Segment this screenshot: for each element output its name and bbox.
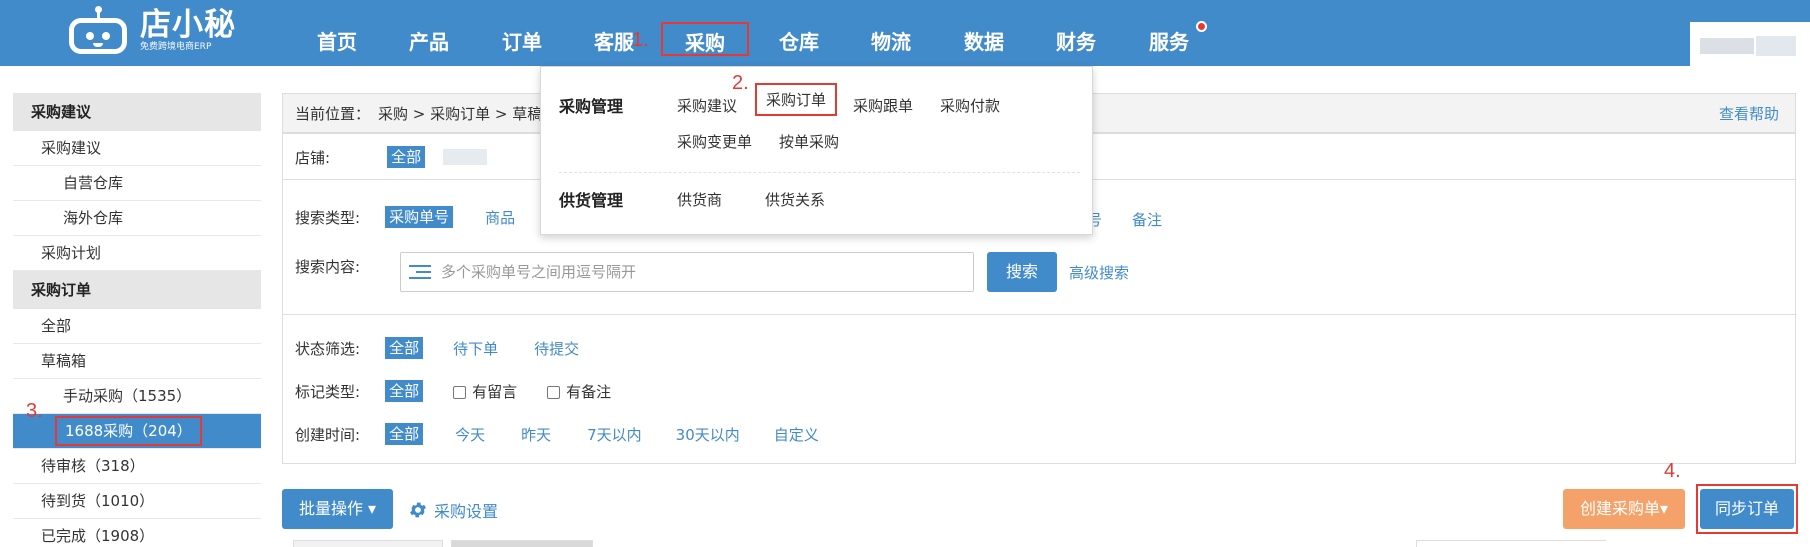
time-option-custom[interactable]: 自定义	[774, 424, 819, 445]
pagination-strip[interactable]	[1416, 540, 1606, 547]
search-type-order-no[interactable]: 采购单号	[385, 206, 454, 228]
sidebar-item-completed[interactable]: 已完成（1908）	[13, 519, 261, 547]
top-navigation-bar: 店小秘 免费跨境电商ERP 首页 产品 订单 客服 采购 仓库 物流 数据 财务…	[0, 0, 1810, 68]
step-annotation-4: 4.	[1664, 460, 1681, 482]
shop-option-all[interactable]: 全部	[387, 146, 426, 168]
search-type-label: 搜索类型:	[295, 208, 361, 227]
checkbox-has-message[interactable]: 有留言	[453, 381, 517, 402]
sidebar-item-pending-review[interactable]: 待审核（318）	[13, 449, 261, 484]
nav-customer-service[interactable]: 客服	[594, 0, 634, 66]
time-option-30days[interactable]: 30天以内	[676, 424, 740, 445]
batch-operation-button[interactable]: 批量操作 ▾	[282, 489, 393, 529]
shop-name-blurred[interactable]	[443, 149, 488, 165]
sidebar: 采购建议 采购建议 自营仓库 海外仓库 采购计划 采购订单 全部 草稿箱 手动采…	[13, 93, 261, 547]
status-filter-label: 状态筛选:	[295, 339, 361, 358]
purchase-settings-link[interactable]: 采购设置	[408, 498, 498, 522]
dropdown-group-supply-management: 供货管理	[559, 191, 624, 210]
step-annotation-2: 2.	[732, 72, 749, 94]
help-link[interactable]: 查看帮助	[1719, 103, 1779, 124]
status-option-pending-order[interactable]: 待下单	[453, 338, 498, 359]
robot-logo-icon	[66, 6, 130, 56]
nav-products[interactable]: 产品	[409, 0, 449, 66]
time-option-all[interactable]: 全部	[385, 423, 424, 445]
menu-item-purchase-suggestion[interactable]: 采购建议	[677, 95, 737, 116]
sidebar-item-pending-arrival[interactable]: 待到货（1010）	[13, 484, 261, 519]
search-type-product[interactable]: 商品	[485, 207, 515, 228]
breadcrumb-label: 当前位置：	[295, 104, 371, 123]
sidebar-item-all[interactable]: 全部	[13, 309, 261, 344]
time-option-yesterday[interactable]: 昨天	[521, 424, 551, 445]
sidebar-item-drafts[interactable]: 草稿箱	[13, 344, 261, 379]
created-time-label: 创建时间:	[295, 425, 361, 444]
nav-data[interactable]: 数据	[964, 0, 1004, 66]
nav-warehouse[interactable]: 仓库	[779, 0, 819, 66]
menu-item-purchase-by-order[interactable]: 按单采购	[779, 131, 839, 152]
status-option-pending-submit[interactable]: 待提交	[534, 338, 579, 359]
dropdown-group-purchase-management: 采购管理	[559, 97, 624, 116]
sidebar-item-purchase-suggestion[interactable]: 采购建议	[13, 131, 261, 166]
time-option-today[interactable]: 今天	[455, 424, 485, 445]
menu-item-purchase-orders[interactable]: 采购订单	[755, 83, 838, 116]
dropdown-divider	[559, 172, 1080, 173]
sync-orders-highlight: 同步订单	[1696, 484, 1798, 534]
search-content-label: 搜索内容:	[295, 258, 361, 276]
breadcrumb-path: 采购 > 采购订单 > 草稿	[378, 104, 543, 123]
nav-purchase[interactable]: 采购	[661, 22, 749, 56]
user-account-area[interactable]	[1690, 22, 1810, 68]
step-annotation-3: 3.	[26, 400, 43, 422]
bottom-tab-1[interactable]	[293, 540, 443, 547]
checkbox-has-message-label: 有留言	[472, 382, 518, 401]
step-annotation-1: 1.	[632, 29, 649, 51]
search-button[interactable]: 搜索	[987, 252, 1057, 292]
advanced-search-link[interactable]: 高级搜索	[1069, 262, 1129, 283]
sidebar-section-purchase-orders: 采购订单	[13, 271, 261, 309]
search-input-box[interactable]	[400, 252, 974, 292]
nav-orders[interactable]: 订单	[502, 0, 542, 66]
time-option-7days[interactable]: 7天以内	[587, 424, 642, 445]
list-icon	[409, 261, 431, 283]
status-option-all[interactable]: 全部	[385, 337, 424, 359]
logo[interactable]: 店小秘 免费跨境电商ERP	[66, 2, 236, 60]
sidebar-item-1688-purchase[interactable]: 1688采购（204）	[13, 414, 261, 449]
nav-home[interactable]: 首页	[317, 0, 357, 66]
gear-icon	[410, 502, 426, 518]
menu-item-purchase-change-order[interactable]: 采购变更单	[677, 131, 752, 152]
purchase-dropdown-menu: 采购管理 采购建议 采购订单 采购跟单 采购付款 采购变更单 按单采购 供货管理…	[540, 66, 1093, 235]
menu-item-suppliers[interactable]: 供货商	[677, 189, 722, 210]
sidebar-item-1688-purchase-label: 1688采购（204）	[55, 416, 202, 446]
sidebar-item-purchase-plan[interactable]: 采购计划	[13, 236, 261, 271]
sidebar-section-purchase-suggestion: 采购建议	[13, 93, 261, 131]
search-input[interactable]	[441, 263, 973, 281]
sidebar-item-manual-purchase[interactable]: 手动采购（1535）	[13, 379, 261, 414]
menu-item-purchase-tracking[interactable]: 采购跟单	[853, 95, 913, 116]
sidebar-item-own-warehouse[interactable]: 自营仓库	[13, 166, 261, 201]
notification-dot	[1196, 21, 1207, 32]
mark-option-all[interactable]: 全部	[385, 380, 424, 402]
nav-logistics[interactable]: 物流	[871, 0, 911, 66]
nav-services[interactable]: 服务	[1149, 0, 1189, 66]
checkbox-has-remark[interactable]: 有备注	[547, 381, 611, 402]
bottom-tab-2[interactable]	[451, 540, 593, 547]
checkbox-has-remark-label: 有备注	[566, 382, 612, 401]
logo-subtitle: 免费跨境电商ERP	[140, 42, 212, 52]
purchase-settings-label: 采购设置	[434, 502, 499, 521]
shop-label: 店铺:	[295, 148, 331, 167]
search-type-remark[interactable]: 备注	[1132, 209, 1162, 230]
sidebar-item-overseas-warehouse[interactable]: 海外仓库	[13, 201, 261, 236]
menu-item-supply-relations[interactable]: 供货关系	[765, 189, 825, 210]
menu-item-purchase-payment[interactable]: 采购付款	[940, 95, 1000, 116]
logo-title: 店小秘	[140, 7, 236, 43]
sync-orders-button[interactable]: 同步订单	[1700, 489, 1794, 529]
create-purchase-order-button[interactable]: 创建采购单▾	[1563, 489, 1685, 529]
mark-type-label: 标记类型:	[295, 382, 361, 401]
nav-finance[interactable]: 财务	[1056, 0, 1096, 66]
